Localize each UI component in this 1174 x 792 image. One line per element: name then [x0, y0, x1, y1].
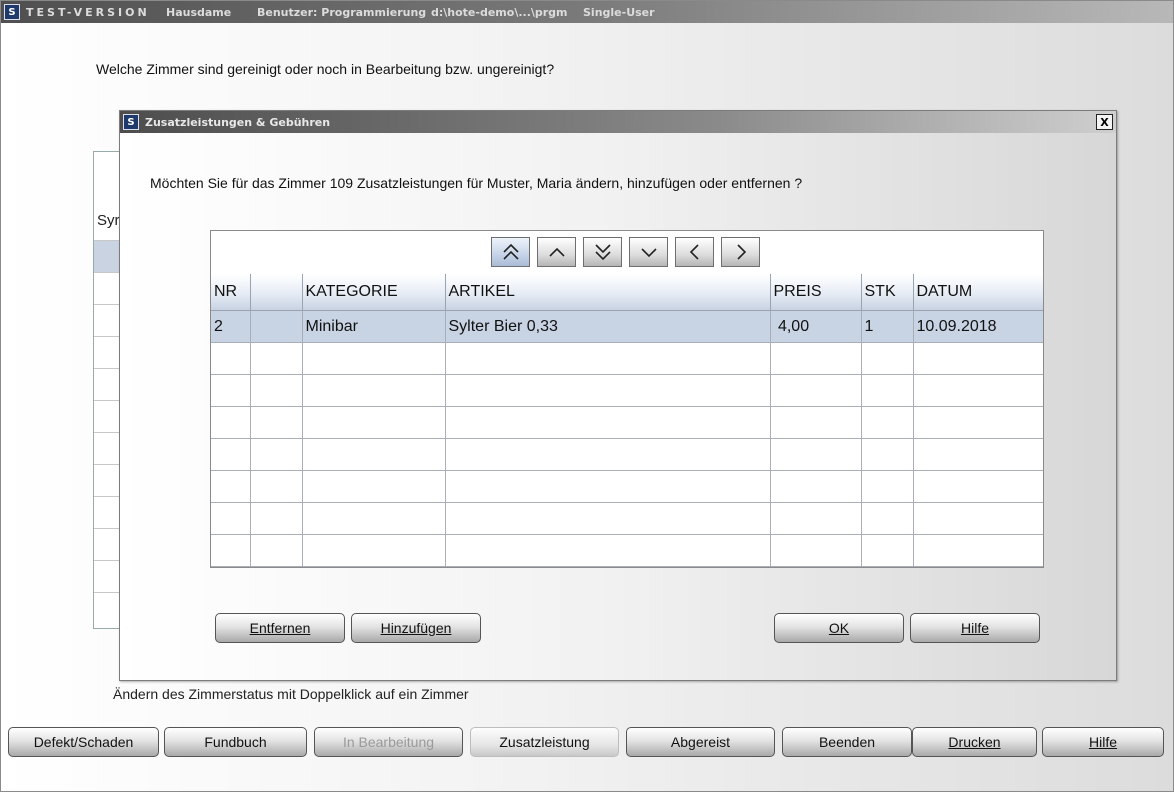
title-path: d:\hote-demo\...\prgm [431, 5, 568, 19]
cell-blank [250, 310, 303, 343]
first-record-button[interactable] [491, 237, 530, 267]
next-record-button[interactable] [629, 237, 668, 267]
column-header-preis[interactable]: PREIS [770, 274, 862, 311]
double-chevron-down-icon [594, 244, 611, 261]
title-version: TEST-VERSION [26, 5, 150, 19]
column-header-nr[interactable]: NR [211, 274, 251, 311]
column-header-artikel[interactable]: ARTIKEL [445, 274, 771, 311]
app-logo-icon: S [123, 114, 139, 130]
entfernen-button-label: Entfernen [249, 620, 311, 636]
cell-stk: 1 [861, 310, 914, 343]
table-row[interactable] [211, 342, 1043, 375]
chevron-right-icon [736, 244, 746, 260]
title-module: Hausdame [166, 5, 232, 19]
cell-preis: 4,00 [770, 310, 862, 343]
close-icon[interactable]: X [1096, 114, 1113, 130]
last-record-button[interactable] [583, 237, 622, 267]
dialog-titlebar: S Zusatzleistungen & Gebühren X [120, 111, 1116, 133]
fundbuch-button[interactable]: Fundbuch [164, 727, 307, 757]
chevron-down-icon [640, 248, 657, 258]
hilfe-button-label: Hilfe [1088, 734, 1117, 750]
grid-navigation [211, 231, 1043, 274]
cell-kategorie: Minibar [302, 310, 446, 343]
dialog-hilfe-button[interactable]: Hilfe [910, 613, 1040, 643]
table-header-row: NR KATEGORIE ARTIKEL PREIS STK DATUM [211, 274, 1043, 311]
ok-button[interactable]: OK [774, 613, 904, 643]
table-row[interactable] [211, 470, 1043, 503]
room-table-header-label: Syr [97, 212, 120, 229]
cell-artikel: Sylter Bier 0,33 [445, 310, 771, 343]
beenden-button[interactable]: Beenden [782, 727, 912, 757]
column-header-blank[interactable] [250, 274, 303, 311]
defekt-schaden-button[interactable]: Defekt/Schaden [8, 727, 159, 757]
abgereist-button[interactable]: Abgereist [626, 727, 775, 757]
title-user: Benutzer: Programmierung [257, 5, 427, 19]
column-header-stk[interactable]: STK [861, 274, 914, 311]
double-chevron-up-icon [502, 243, 519, 260]
dialog-title: Zusatzleistungen & Gebühren [145, 115, 331, 129]
hilfe-button[interactable]: Hilfe [1042, 727, 1164, 757]
dialog-hilfe-button-label: Hilfe [960, 620, 989, 636]
table-row[interactable] [211, 502, 1043, 535]
table-row[interactable] [211, 374, 1043, 407]
entfernen-button[interactable]: Entfernen [215, 613, 345, 643]
column-header-kategorie[interactable]: KATEGORIE [302, 274, 446, 311]
in-bearbeitung-button[interactable]: In Bearbeitung [314, 727, 463, 757]
table-row[interactable]: 2 Minibar Sylter Bier 0,33 4,00 1 10.09.… [211, 310, 1043, 343]
ok-button-label: OK [828, 620, 850, 636]
table-row[interactable] [211, 406, 1043, 439]
hinzufuegen-button-label: Hinzufügen [380, 620, 452, 636]
chevron-up-icon [548, 247, 565, 257]
main-question: Welche Zimmer sind gereinigt oder noch i… [96, 61, 555, 77]
scroll-left-button[interactable] [675, 237, 714, 267]
column-header-datum[interactable]: DATUM [913, 274, 1043, 311]
zusatzleistungen-dialog: S Zusatzleistungen & Gebühren X Möchten … [119, 110, 1117, 681]
hint-text: Ändern des Zimmerstatus mit Doppelklick … [113, 686, 469, 702]
hinzufuegen-button[interactable]: Hinzufügen [351, 613, 481, 643]
drucken-button-label: Drucken [948, 734, 1001, 750]
cell-datum: 10.09.2018 [913, 310, 1043, 343]
zusatzleistungen-grid: NR KATEGORIE ARTIKEL PREIS STK DATUM 2 M… [210, 230, 1044, 568]
dialog-question: Möchten Sie für das Zimmer 109 Zusatzlei… [150, 175, 803, 191]
drucken-button[interactable]: Drucken [912, 727, 1037, 757]
leistungen-table: NR KATEGORIE ARTIKEL PREIS STK DATUM 2 M… [211, 274, 1043, 567]
cell-nr: 2 [211, 310, 251, 343]
title-mode: Single-User [583, 5, 655, 19]
main-titlebar: S TEST-VERSION Hausdame Benutzer: Progra… [1, 1, 1173, 23]
table-row[interactable] [211, 438, 1043, 471]
app-logo-icon: S [4, 4, 20, 20]
chevron-left-icon [689, 244, 699, 260]
previous-record-button[interactable] [537, 237, 576, 267]
zusatzleistung-button[interactable]: Zusatzleistung [470, 727, 619, 757]
scroll-right-button[interactable] [721, 237, 760, 267]
table-row[interactable] [211, 534, 1043, 567]
